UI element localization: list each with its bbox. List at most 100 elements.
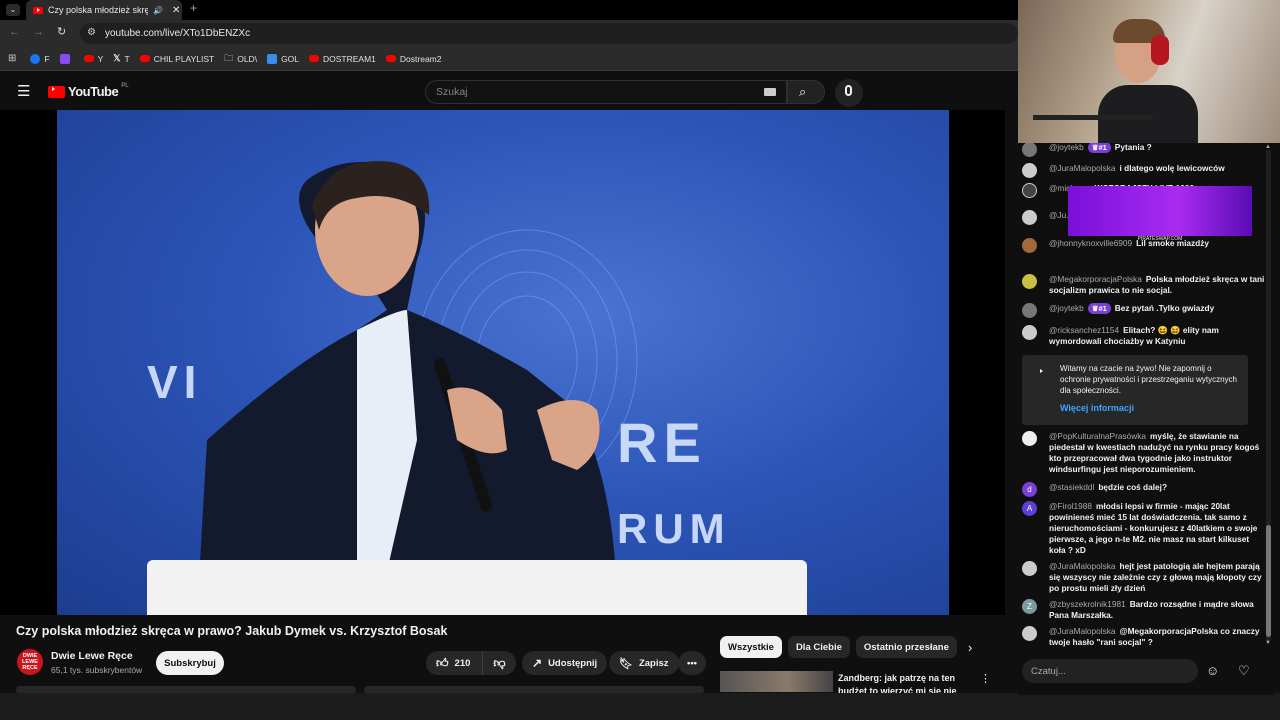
chat-avatar [1022,303,1037,318]
bookmark-dostream1[interactable]: DOSTREAM1 [309,54,376,64]
like-count: 210 [454,657,471,669]
chat-author[interactable]: @joytekb [1049,142,1084,152]
notice-text: Witamy na czacie na żywo! Nie zapomnij o… [1060,364,1237,395]
bookmark-twitch[interactable] [59,53,74,64]
bookmark-icon: 🔖︎ [619,657,633,670]
folder-icon: 🗀 [224,52,234,63]
chat-author[interactable]: @MegakorporacjaPolska [1049,274,1142,284]
chat-message: d @stasiekddl będzie coś dalej? [1022,482,1267,497]
chat-input[interactable]: Czatuj... [1022,659,1198,683]
channel-name[interactable]: Dwie Lewe Ręce [51,650,133,662]
new-tab-icon[interactable]: + [190,1,197,15]
region-code: PL [121,82,129,89]
chat-message: Z @zbyszekrolnik1981 Bardzo rozsądne i mą… [1022,599,1267,621]
chip-for-you[interactable]: Dla Ciebie [787,636,850,658]
more-info-link[interactable]: Więcej informacji [1060,403,1134,413]
chat-text: będzie coś dalej? [1098,482,1168,492]
bookmark-youtube[interactable]: Y [83,54,103,64]
chip-all[interactable]: Wszystkie [720,636,782,658]
chat-author[interactable]: @JuraMalopolska [1049,561,1116,571]
forward-icon[interactable]: → [33,26,44,38]
webcam-person [1093,15,1203,143]
more-actions-button[interactable]: ••• [678,651,706,675]
chat-author[interactable]: @joytekb [1049,303,1084,313]
scroll-up-icon[interactable]: ▲ [1265,144,1271,150]
youtube-logo[interactable]: YouTube PL [48,82,129,99]
chat-avatar [1022,431,1037,446]
chat-author[interactable]: @PopKulturalnaPrasówka [1049,431,1146,441]
chat-avatar [1022,183,1037,198]
back-icon[interactable]: ← [9,26,20,38]
chat-author[interactable]: @zbyszekrolnik1981 [1049,599,1126,609]
share-icon: ↗ [532,656,543,670]
recommendation-title[interactable]: Zandberg: jak patrzę na ten budżet to wi… [838,672,978,694]
channel-avatar[interactable]: DWIE LEWE RĘCE [17,649,43,675]
speaker-icon[interactable]: 🔊 [153,6,163,15]
dislike-button[interactable]: 👎︎ [482,651,516,675]
share-label: Udostępnij [548,657,598,669]
bookmark-facebook[interactable]: F [30,53,50,64]
chat-message: @ricksanchez1154 Elitach? 😆 😆 elity nam w… [1022,325,1267,347]
address-bar[interactable]: ⚙ youtube.com/live/XTo1DbENZXc [80,23,1018,44]
member-badge: ♛#1 [1087,142,1111,153]
sponsor-banner[interactable] [1068,186,1252,236]
heart-icon[interactable]: ♡ [1238,663,1250,679]
chat-message: A @Firol1988 młodsi lepsi w firmie - mają… [1022,501,1267,556]
search-input[interactable]: Szukaj [425,80,787,104]
youtube-logo-icon [48,85,65,98]
chat-avatar: d [1022,482,1037,497]
recommendation-thumbnail[interactable] [720,671,833,692]
chat-avatar: A [1022,501,1037,516]
twitch-icon [59,53,70,64]
chat-scrollbar-thumb[interactable] [1266,525,1271,637]
active-tab[interactable]: Czy polska młodzież skręca 🔊 ✕ [26,0,182,20]
chip-recent[interactable]: Ostatnio przesłane [855,636,957,658]
save-button[interactable]: 🔖︎ Zapisz [609,651,679,675]
chat-author[interactable]: @JuraMalopolska [1049,626,1116,636]
tab-title: Czy polska młodzież skręca [48,5,148,15]
chat-message: @joytekb ♛#1 Pytania ? [1022,142,1267,157]
site-info-icon[interactable]: ⚙ [87,27,96,38]
chat-message: @JuraMalopolska i dlatego wolę lewicowców [1022,163,1267,178]
bookmark-x[interactable]: 𝕏T [113,53,129,64]
chat-author[interactable]: @Firol1988 [1049,501,1092,511]
youtube-logo-text: YouTube [68,84,119,99]
chat-text: Bez pytań .Tylko gwiazdy [1114,303,1215,313]
bookmark-folder-old[interactable]: 🗀 OLD\ [224,51,257,67]
bookmark-dostream2[interactable]: Dostream2 [385,54,442,64]
menu-icon[interactable]: ☰ [17,82,30,100]
share-button[interactable]: ↗ Udostępnij [522,651,608,675]
tab-search-icon[interactable]: ⌄ [6,4,20,16]
chat-avatar [1022,142,1037,157]
subscriber-count: 65,1 tys. subskrybentów [51,665,143,675]
bookmark-chil-playlist[interactable]: CHIL PLAYLIST [139,54,214,64]
bookmark-gol[interactable]: GOL [267,53,299,64]
chat-author[interactable]: @JuraMalopolska [1049,163,1116,173]
youtube-icon [83,55,94,62]
video-frame[interactable]: VI RE RUM [57,110,949,615]
voice-search-button[interactable] [835,79,863,107]
gol-icon [267,53,278,64]
wave-graphic [147,161,807,615]
youtube-icon [139,55,150,62]
save-label: Zapisz [638,657,669,669]
like-button[interactable]: 👍︎ 210 [426,651,482,675]
chat-author[interactable]: @ricksanchez1154 [1049,325,1119,335]
search-placeholder: Szukaj [436,86,468,98]
more-icon: ••• [687,657,697,669]
emoji-icon[interactable]: ☺ [1206,663,1219,678]
scroll-down-icon[interactable]: ▼ [1265,640,1271,646]
microphone-icon [845,85,852,96]
chips-next-icon[interactable]: › [968,640,972,655]
streamer-webcam [1018,0,1280,143]
chat-avatar: Z [1022,599,1037,614]
close-tab-icon[interactable]: ✕ [172,5,180,16]
search-button[interactable]: ⌕ [787,80,825,104]
keyboard-icon[interactable] [764,88,776,96]
chat-author[interactable]: @stasiekddl [1049,482,1094,492]
chat-message: @joytekb ♛#1 Bez pytań .Tylko gwiazdy [1022,303,1267,318]
reload-icon[interactable]: ↻ [57,25,66,38]
recommendation-menu-icon[interactable]: ⋮ [980,672,991,685]
apps-icon[interactable]: ⊞ [8,53,16,64]
subscribe-button[interactable]: Subskrybuj [156,651,224,675]
